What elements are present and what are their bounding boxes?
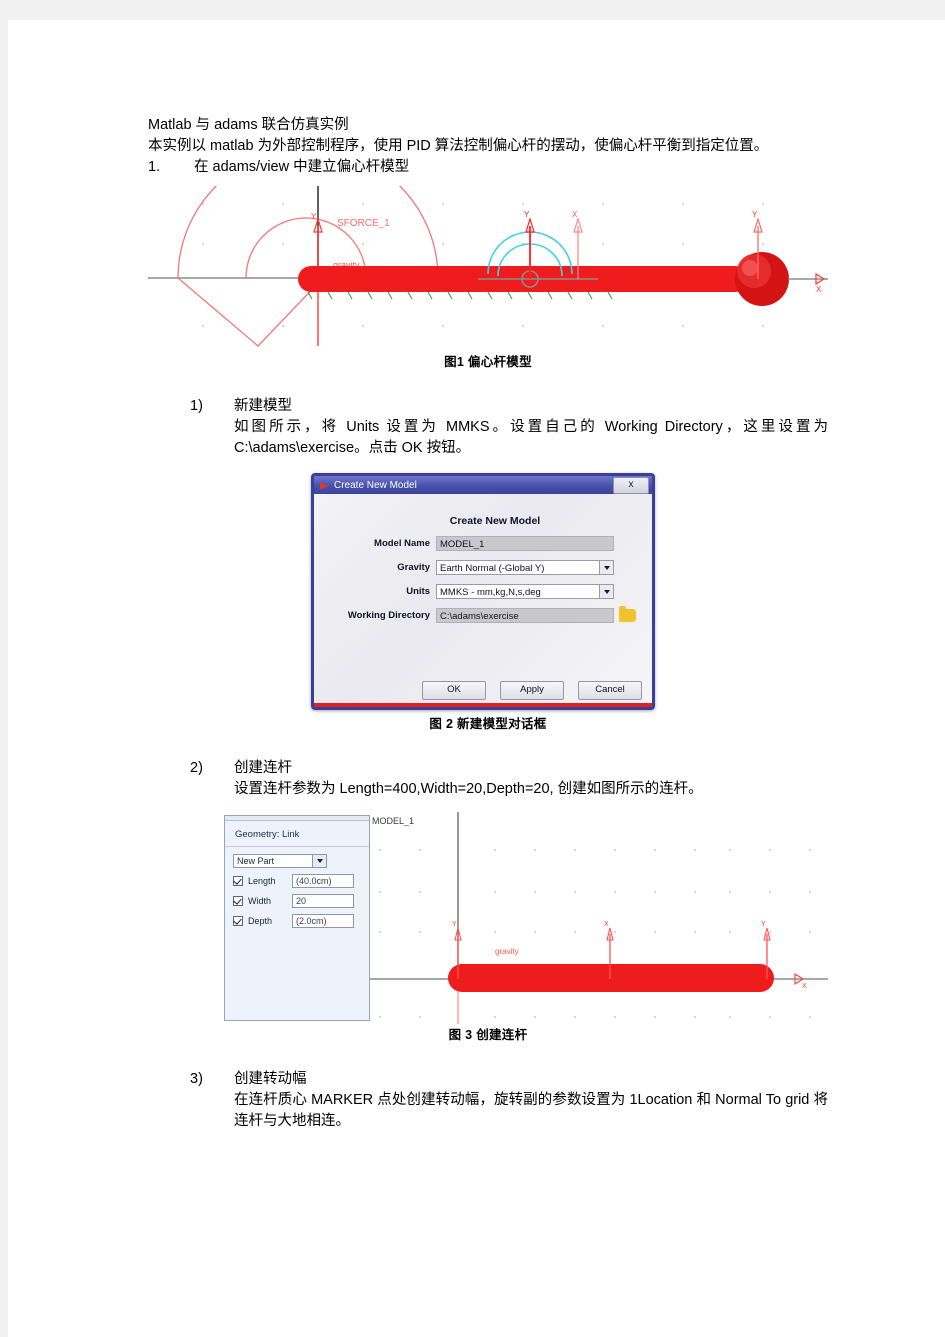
dialog-window-title: Create New Model	[334, 479, 417, 491]
length-label: Length	[248, 876, 276, 886]
document-content: Matlab 与 adams 联合仿真实例 本实例以 matlab 为外部控制程…	[148, 115, 828, 1132]
folder-icon[interactable]	[619, 606, 636, 622]
step-body-wrap-3: 在连杆质心 MARKER 点处创建转动幅，旋转副的参数设置为 1Location…	[190, 1090, 828, 1132]
document-title-line: Matlab 与 adams 联合仿真实例	[148, 117, 349, 133]
sforce-label: SFORCE_1	[337, 218, 390, 229]
units-label: Units	[406, 586, 430, 597]
geometry-row-length: Length (40.0cm)	[233, 874, 369, 888]
part-select[interactable]: New Part	[233, 854, 327, 868]
working-directory-input[interactable]: C:\adams\exercise	[436, 608, 614, 623]
figure-1-caption: 图1 偏心杆模型	[444, 355, 532, 369]
dialog-heading: Create New Model	[449, 515, 541, 527]
ok-button[interactable]: OK	[422, 681, 486, 700]
document-page: Matlab 与 adams 联合仿真实例 本实例以 matlab 为外部控制程…	[8, 20, 945, 1337]
step-item-3: 3) 创建转动幅	[190, 1069, 828, 1090]
geometry-row-width: Width 20	[233, 894, 369, 908]
step-title-1: 新建模型	[234, 398, 292, 414]
viewport-model-label: MODEL_1	[372, 816, 415, 826]
step-item-1: 1) 新建模型	[190, 396, 828, 417]
close-icon[interactable]: x	[613, 477, 649, 494]
global-x-label: X	[816, 285, 822, 294]
cancel-button[interactable]: Cancel	[578, 681, 642, 700]
dialog-title-bar: Create New Model x	[314, 476, 652, 494]
geometry-link-panel: Geometry: Link New Part Length (40.0cm) …	[224, 815, 370, 1021]
units-select[interactable]: MMKS - mm,kg,N,s,deg	[436, 584, 614, 599]
length-input[interactable]: (40.0cm)	[292, 874, 354, 888]
model-name-input[interactable]: MODEL_1	[436, 536, 614, 551]
step-title-3: 创建转动幅	[234, 1071, 307, 1087]
step-item-2: 2) 创建连杆	[190, 758, 828, 779]
step-body-wrap-2: 设置连杆参数为 Length=400,Width=20,Depth=20, 创建…	[190, 779, 828, 800]
document-intro-paragraph: 本实例以 matlab 为外部控制程序，使用 PID 算法控制偏心杆的摆动，使偏…	[148, 138, 769, 154]
create-new-model-dialog: Create New Model x Create New Model Mode…	[311, 473, 655, 710]
step-marker-2: 2)	[190, 760, 203, 776]
field-row-model-name: Model Name MODEL_1	[314, 536, 652, 551]
step-marker-3: 3)	[190, 1071, 203, 1087]
step-marker-1: 1)	[190, 398, 203, 414]
marker1-y-label: Y	[311, 212, 317, 221]
gravity-value: Earth Normal (-Global Y)	[440, 563, 545, 574]
gravity-label-3: gravity	[495, 947, 519, 956]
section-heading: 在 adams/view 中建立偏心杆模型	[194, 159, 410, 175]
link-body-3	[448, 964, 774, 992]
ball-specular	[742, 260, 758, 276]
gravity-label: Gravity	[397, 562, 430, 573]
figure-2-caption: 图 2 新建模型对话框	[429, 717, 547, 731]
step-body-3: 在连杆质心 MARKER 点处创建转动幅，旋转副的参数设置为 1Location…	[234, 1092, 828, 1129]
part-select-value: New Part	[237, 856, 275, 866]
marker3c-label: Y	[761, 921, 766, 928]
depth-label: Depth	[248, 916, 273, 926]
figure-2-create-new-model-dialog: Create New Model x Create New Model Mode…	[148, 473, 828, 713]
field-row-units: Units MMKS - mm,kg,N,s,deg	[314, 584, 652, 599]
marker3-y-label: Y	[752, 210, 758, 219]
step-indent-2	[190, 779, 234, 800]
ground-hatch	[307, 291, 613, 300]
sforce-v-shape	[177, 277, 324, 347]
step-body-wrap-1: 如图所示，将 Units 设置为 MMKS。设置自己的 Working Dire…	[190, 417, 828, 459]
depth-checkbox[interactable]	[233, 916, 243, 926]
length-checkbox[interactable]	[233, 876, 243, 886]
dialog-button-row: OK Apply Cancel	[422, 681, 642, 700]
viewport3-canvas: Y X Y gravity X	[370, 812, 828, 1024]
width-input[interactable]: 20	[292, 894, 354, 908]
grid-dots-3	[379, 849, 811, 1018]
dialog-body: Create New Model Model Name MODEL_1 Grav…	[314, 494, 652, 710]
model-name-label: Model Name	[374, 538, 430, 549]
width-checkbox[interactable]	[233, 896, 243, 906]
chevron-down-icon[interactable]	[599, 585, 613, 598]
step-indent-1	[190, 417, 234, 459]
step-indent-3	[190, 1090, 234, 1132]
figure-1-eccentric-link-model: Y SFORCE_1 gravity Y X Y X	[148, 186, 828, 351]
dialog-accent-bar	[314, 703, 652, 707]
section-item-1: 1. 在 adams/view 中建立偏心杆模型	[148, 157, 828, 178]
marker3b-label: X	[604, 921, 609, 928]
step-body-1: 如图所示，将 Units 设置为 MMKS。设置自己的 Working Dire…	[234, 419, 828, 456]
gravity-select[interactable]: Earth Normal (-Global Y)	[436, 560, 614, 575]
global-x-label-3: X	[802, 983, 807, 990]
sforce-outer-arc	[177, 186, 439, 279]
marker2-x-label: X	[572, 210, 578, 219]
chevron-down-icon[interactable]	[312, 855, 326, 867]
chevron-down-icon[interactable]	[599, 561, 613, 574]
geometry-panel-title: Geometry: Link	[225, 821, 369, 847]
adams-viewport-figure1: Y SFORCE_1 gravity Y X Y X	[148, 186, 828, 347]
depth-input[interactable]: (2.0cm)	[292, 914, 354, 928]
section-marker: 1.	[148, 159, 161, 175]
field-row-gravity: Gravity Earth Normal (-Global Y)	[314, 560, 652, 575]
marker2-y-label: Y	[524, 210, 530, 219]
working-directory-label: Working Directory	[347, 610, 430, 621]
width-label: Width	[248, 896, 272, 906]
field-row-working-directory: Working Directory C:\adams\exercise	[314, 606, 652, 623]
figure-3-create-link: Geometry: Link New Part Length (40.0cm) …	[148, 812, 828, 1024]
apply-button[interactable]: Apply	[500, 681, 564, 700]
step-body-2: 设置连杆参数为 Length=400,Width=20,Depth=20, 创建…	[234, 781, 703, 797]
figure-3-caption: 图 3 创建连杆	[448, 1028, 528, 1042]
units-value: MMKS - mm,kg,N,s,deg	[440, 587, 541, 598]
adams-viewport-figure3: Y X Y gravity X MODEL_1	[370, 812, 828, 1024]
geometry-row-depth: Depth (2.0cm)	[233, 914, 369, 928]
adams-app-icon	[319, 480, 330, 491]
marker3a-label: Y	[452, 921, 457, 928]
step-title-2: 创建连杆	[234, 760, 292, 776]
